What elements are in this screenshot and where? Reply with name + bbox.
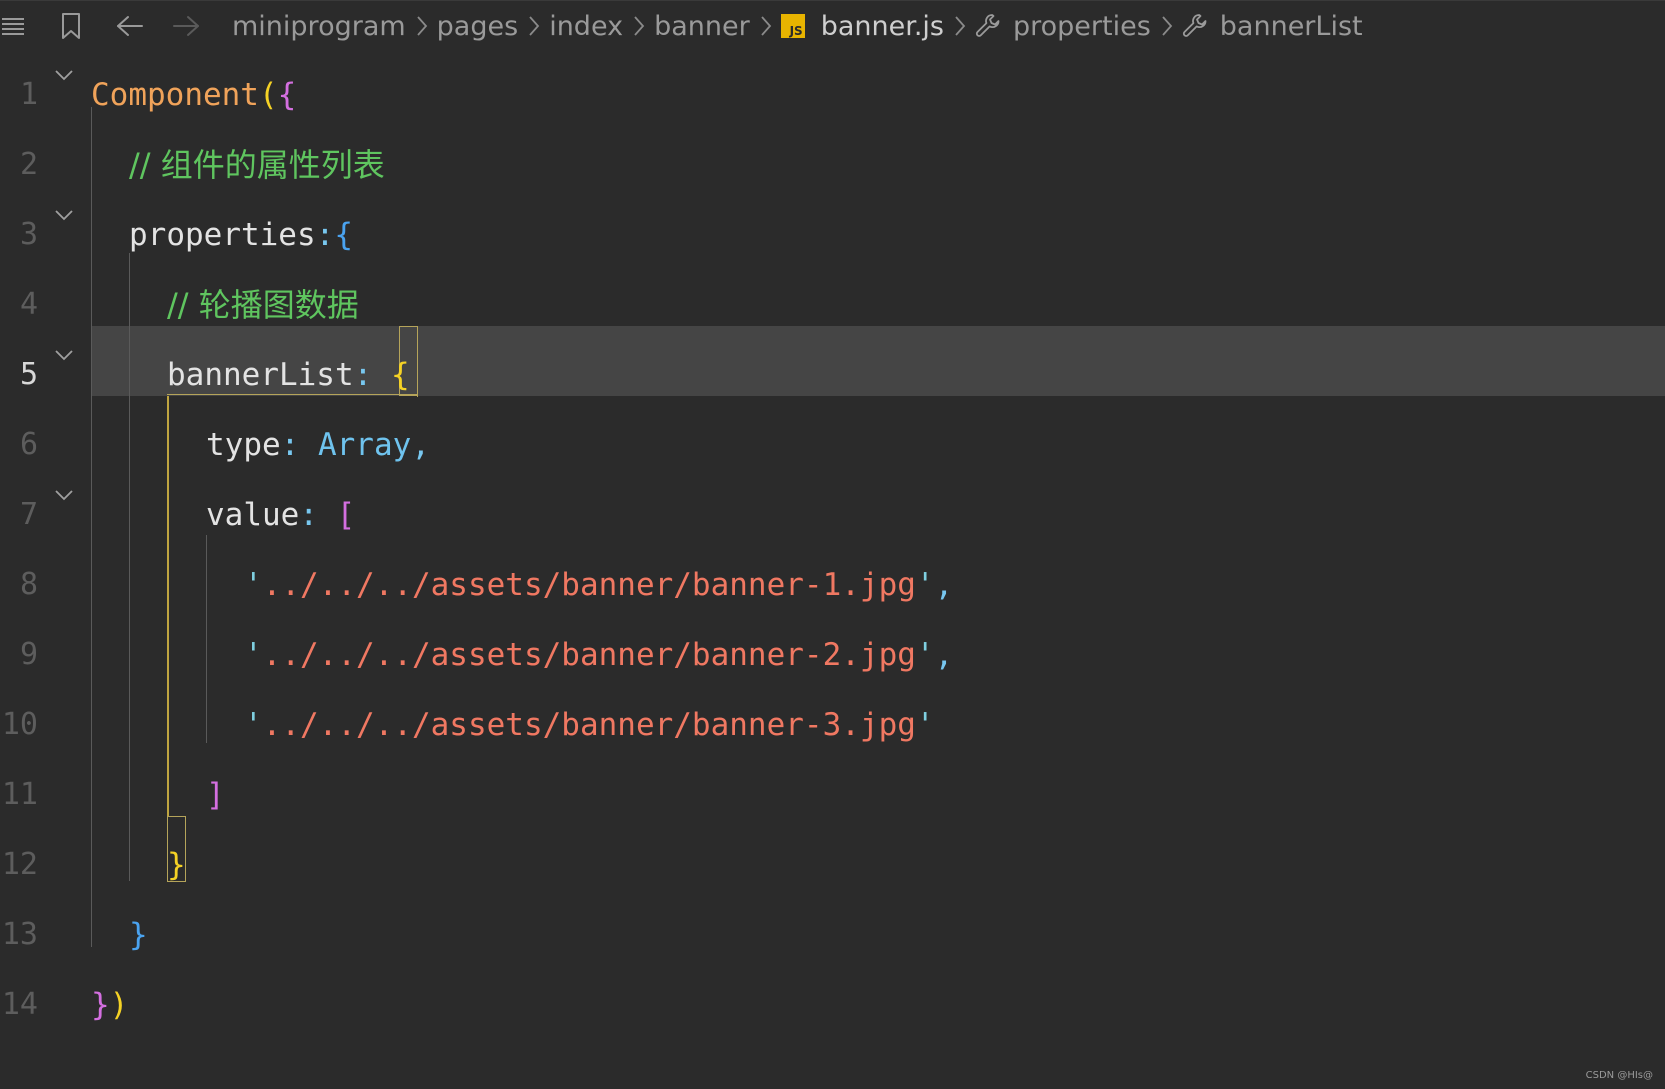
- breadcrumb-item-file[interactable]: banner.js: [821, 11, 944, 42]
- code-text: ]: [206, 777, 225, 813]
- code-text: Component({: [91, 77, 297, 113]
- code-text: bannerList: {: [167, 357, 410, 393]
- wrench-icon: [1182, 13, 1208, 39]
- chevron-right-icon: [954, 15, 966, 37]
- chevron-right-icon: [1161, 15, 1173, 37]
- line-number: 7: [19, 497, 38, 532]
- code-line[interactable]: 4 // 轮播图数据: [0, 270, 1665, 340]
- code-text: value: [: [206, 497, 356, 533]
- line-number: 8: [19, 567, 38, 602]
- fold-chevron-icon[interactable]: [52, 480, 76, 510]
- chevron-right-icon: [528, 15, 540, 37]
- watermark: CSDN @HIs@: [1585, 1070, 1653, 1081]
- breadcrumb-item-miniprogram[interactable]: miniprogram: [232, 11, 406, 42]
- code-text: '../../../assets/banner/banner-3.jpg': [244, 707, 935, 743]
- breadcrumb-item-properties[interactable]: properties: [1013, 11, 1151, 42]
- breadcrumb: miniprogram pages index banner JS banner…: [232, 1, 1363, 51]
- breadcrumb-item-bannerlist[interactable]: bannerList: [1220, 11, 1363, 42]
- code-line[interactable]: 10 '../../../assets/banner/banner-3.jpg': [0, 690, 1665, 760]
- line-number: 12: [1, 847, 38, 882]
- code-comment: // 组件的属性列表: [129, 146, 385, 184]
- code-text: }: [129, 917, 148, 953]
- code-line[interactable]: 2 // 组件的属性列表: [0, 130, 1665, 200]
- fold-chevron-icon[interactable]: [52, 200, 76, 230]
- js-file-icon: JS: [780, 14, 805, 38]
- code-line[interactable]: 14 }): [0, 970, 1665, 1040]
- code-text: }: [167, 847, 186, 883]
- code-line[interactable]: 6 type: Array,: [0, 410, 1665, 480]
- code-text: '../../../assets/banner/banner-1.jpg',: [244, 567, 954, 603]
- chevron-right-icon: [633, 15, 645, 37]
- wrench-icon: [975, 13, 1001, 39]
- code-line[interactable]: 9 '../../../assets/banner/banner-2.jpg',: [0, 620, 1665, 690]
- line-number-current: 5: [19, 357, 38, 392]
- code-text: properties:{: [129, 217, 353, 253]
- line-number: 11: [1, 777, 38, 812]
- bookmark-icon[interactable]: [58, 1, 84, 51]
- line-number: 14: [1, 987, 38, 1022]
- line-number: 3: [19, 217, 38, 252]
- breadcrumb-item-banner[interactable]: banner: [654, 11, 750, 42]
- code-editor[interactable]: 1 Component({ 2 // 组件的属性列表 3 properties:…: [0, 50, 1665, 1089]
- breadcrumb-toolbar: miniprogram pages index banner JS banner…: [0, 0, 1665, 51]
- menu-icon[interactable]: [0, 1, 26, 51]
- forward-arrow-icon[interactable]: [170, 1, 202, 51]
- code-text: }): [91, 987, 129, 1023]
- code-line-current[interactable]: 5 bannerList: {: [0, 340, 1665, 410]
- chevron-right-icon: [416, 15, 428, 37]
- line-number: 4: [19, 287, 38, 322]
- code-line[interactable]: 11 ]: [0, 760, 1665, 830]
- breadcrumb-item-pages[interactable]: pages: [437, 11, 519, 42]
- code-line[interactable]: 1 Component({: [0, 60, 1665, 130]
- line-number: 9: [19, 637, 38, 672]
- fold-chevron-icon[interactable]: [52, 60, 76, 90]
- line-number: 6: [19, 427, 38, 462]
- code-line[interactable]: 12 }: [0, 830, 1665, 900]
- back-arrow-icon[interactable]: [114, 1, 146, 51]
- line-number: 10: [1, 707, 38, 742]
- line-number: 2: [19, 147, 38, 182]
- code-line[interactable]: 7 value: [: [0, 480, 1665, 550]
- fold-chevron-icon[interactable]: [52, 340, 76, 370]
- code-line[interactable]: 3 properties:{: [0, 200, 1665, 270]
- code-text: '../../../assets/banner/banner-2.jpg',: [244, 637, 954, 673]
- code-text: type: Array,: [206, 427, 430, 463]
- code-comment: // 轮播图数据: [167, 286, 359, 324]
- code-line[interactable]: 13 }: [0, 900, 1665, 970]
- code-line[interactable]: 8 '../../../assets/banner/banner-1.jpg',: [0, 550, 1665, 620]
- line-number: 1: [19, 77, 38, 112]
- line-number: 13: [1, 917, 38, 952]
- chevron-right-icon: [760, 15, 772, 37]
- breadcrumb-item-index[interactable]: index: [549, 11, 623, 42]
